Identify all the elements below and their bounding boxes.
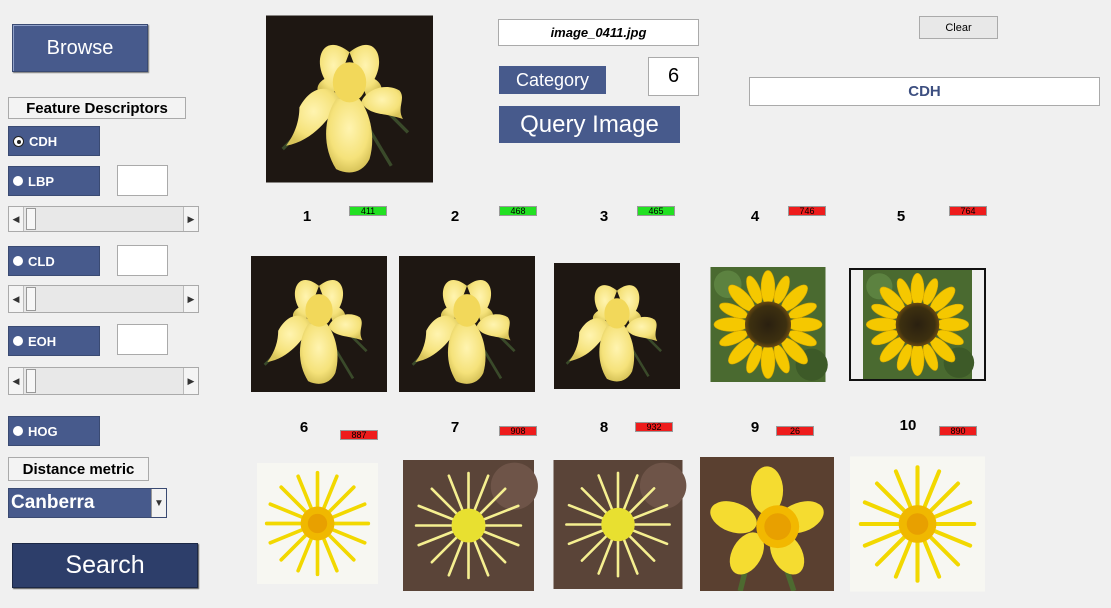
- category-value-field: 6: [648, 57, 699, 96]
- radio-unselected-icon: [13, 426, 23, 436]
- distance-metric-value: Canberra: [11, 492, 95, 513]
- result-rank: 1: [302, 208, 312, 225]
- category-label: Category: [499, 66, 606, 94]
- result-score: 887: [340, 430, 378, 440]
- result-rank: 2: [450, 208, 460, 225]
- radio-eoh[interactable]: EOH: [8, 326, 100, 356]
- result-rank: 10: [899, 417, 917, 434]
- slider-left-arrow-icon[interactable]: ◀: [9, 286, 24, 312]
- radio-unselected-icon: [13, 336, 23, 346]
- radio-hog-label: HOG: [28, 423, 58, 439]
- radio-cdh-label: CDH: [29, 133, 58, 149]
- distance-metric-select[interactable]: Canberra ▼: [8, 488, 167, 518]
- result-rank: 5: [896, 208, 906, 225]
- result-image[interactable]: [849, 268, 986, 381]
- slider-right-arrow-icon[interactable]: ▶: [183, 286, 198, 312]
- result-image[interactable]: [699, 267, 837, 382]
- result-image[interactable]: [249, 463, 386, 584]
- slider-left-arrow-icon[interactable]: ◀: [9, 368, 24, 394]
- result-score: 468: [499, 206, 537, 216]
- slider-right-arrow-icon[interactable]: ▶: [183, 207, 198, 231]
- chevron-down-icon[interactable]: ▼: [151, 489, 166, 517]
- result-image[interactable]: [549, 460, 687, 589]
- distance-metric-title: Distance metric: [8, 457, 149, 481]
- radio-cld[interactable]: CLD: [8, 246, 100, 276]
- search-button[interactable]: Search: [12, 543, 198, 588]
- radio-lbp-label: LBP: [28, 173, 54, 189]
- slider-right-arrow-icon[interactable]: ▶: [183, 368, 198, 394]
- result-rank: 6: [299, 419, 309, 436]
- slider-left-arrow-icon[interactable]: ◀: [9, 207, 24, 231]
- result-rank: 7: [450, 419, 460, 436]
- eoh-value-input[interactable]: [117, 324, 168, 355]
- lbp-value-input[interactable]: [117, 165, 168, 196]
- result-image[interactable]: [399, 460, 538, 591]
- result-image[interactable]: [850, 456, 985, 592]
- result-image[interactable]: [399, 255, 535, 393]
- query-image-label: Query Image: [499, 106, 680, 143]
- lbp-slider[interactable]: ◀ ▶: [8, 206, 199, 232]
- result-score: 465: [637, 206, 675, 216]
- radio-eoh-label: EOH: [28, 333, 57, 349]
- browse-button[interactable]: Browse: [12, 24, 148, 72]
- descriptor-display-field: CDH: [749, 77, 1100, 106]
- radio-cdh[interactable]: CDH: [8, 126, 100, 156]
- query-image: [266, 15, 433, 183]
- radio-lbp[interactable]: LBP: [8, 166, 100, 196]
- result-score: 26: [776, 426, 814, 436]
- result-score: 932: [635, 422, 673, 432]
- result-image[interactable]: [699, 457, 835, 591]
- cld-value-input[interactable]: [117, 245, 168, 276]
- clear-button[interactable]: Clear: [919, 16, 998, 39]
- result-rank: 3: [599, 208, 609, 225]
- result-rank: 4: [750, 208, 760, 225]
- cld-slider[interactable]: ◀ ▶: [8, 285, 199, 313]
- result-rank: 8: [599, 419, 609, 436]
- eoh-slider[interactable]: ◀ ▶: [8, 367, 199, 395]
- radio-unselected-icon: [13, 176, 23, 186]
- result-score: 746: [788, 206, 826, 216]
- radio-selected-icon: [13, 135, 24, 147]
- radio-unselected-icon: [13, 256, 23, 266]
- radio-cld-label: CLD: [28, 253, 55, 269]
- slider-thumb[interactable]: [26, 208, 36, 230]
- feature-descriptors-title: Feature Descriptors: [8, 97, 186, 119]
- radio-hog[interactable]: HOG: [8, 416, 100, 446]
- slider-thumb[interactable]: [26, 369, 36, 393]
- result-score: 908: [499, 426, 537, 436]
- result-image[interactable]: [251, 255, 387, 393]
- result-score: 890: [939, 426, 977, 436]
- result-rank: 9: [750, 419, 760, 436]
- result-score: 411: [349, 206, 387, 216]
- result-image[interactable]: [549, 263, 685, 389]
- slider-thumb[interactable]: [26, 287, 36, 311]
- filename-field: image_0411.jpg: [498, 19, 699, 46]
- result-score: 764: [949, 206, 987, 216]
